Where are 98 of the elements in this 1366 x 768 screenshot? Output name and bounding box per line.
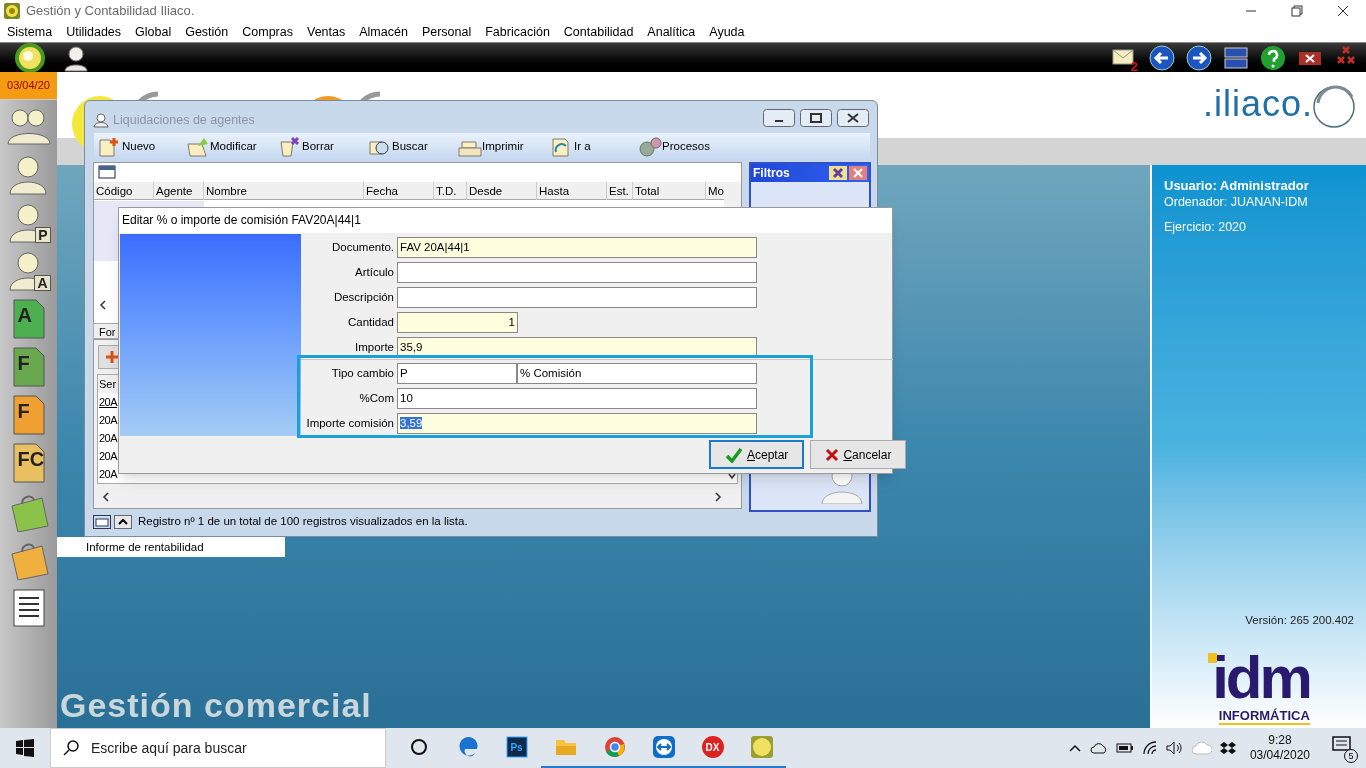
input-field[interactable]: FAV 20A|44|1 xyxy=(397,237,757,258)
toolbar-button[interactable]: Imprimir xyxy=(458,134,546,159)
menu-item[interactable]: Analítica xyxy=(647,22,696,42)
chevron-up-icon[interactable] xyxy=(1067,743,1082,753)
column-header[interactable]: Código xyxy=(94,182,154,200)
computer-label: Ordenador: JUANAN-IDM xyxy=(1164,194,1309,210)
window-title: Liquidaciones de agentes xyxy=(113,112,255,129)
panel-title: Filtros xyxy=(753,165,790,182)
date-label: 03/04/20 xyxy=(0,72,57,100)
field-label: Artículo xyxy=(354,264,395,280)
search-icon xyxy=(63,740,79,756)
user-label: Usuario: Administrador xyxy=(1164,178,1310,194)
field-label: Descripción xyxy=(332,289,395,305)
mail-count: 2 xyxy=(1130,59,1138,73)
field-label: %Com xyxy=(358,390,395,406)
dropbox-icon[interactable] xyxy=(1219,741,1236,755)
field-label: Importe comisión xyxy=(305,415,395,431)
toolbar-button[interactable]: Ir a xyxy=(550,134,634,159)
menu-item[interactable]: Gestión xyxy=(185,22,229,42)
toolbar-button[interactable]: Modificar xyxy=(186,134,274,159)
input-field[interactable] xyxy=(397,262,757,283)
version-label: Versión: 265 200.402 xyxy=(1245,612,1354,628)
column-header[interactable]: Est. xyxy=(607,182,633,200)
cloud-icon[interactable] xyxy=(1089,742,1108,754)
menu-item[interactable]: Almacén xyxy=(359,22,408,42)
toolbar-button[interactable]: Procesos xyxy=(638,134,728,159)
user-icon xyxy=(93,112,109,129)
tile-windows-icon[interactable] xyxy=(1223,44,1249,71)
back-icon[interactable] xyxy=(1149,44,1175,71)
people-icon[interactable] xyxy=(5,106,52,148)
status-text: Registro nº 1 de un total de 100 registros visualizados en la lista. xyxy=(138,514,468,530)
clock-time: 9:28 xyxy=(1268,733,1292,748)
column-header[interactable]: Hasta xyxy=(537,182,607,200)
collapse-icon[interactable] xyxy=(114,515,132,529)
battery-icon[interactable] xyxy=(1115,742,1134,754)
help-icon[interactable] xyxy=(1260,44,1286,71)
menu-item[interactable]: Compras xyxy=(242,22,293,42)
grid-layout-icon[interactable] xyxy=(98,165,116,179)
table-cell-text: 20A xyxy=(98,431,118,446)
forward-icon[interactable] xyxy=(1186,44,1212,71)
input-field[interactable]: % Comisión xyxy=(517,363,757,384)
column-header[interactable]: Desde xyxy=(467,182,537,200)
scroll-left-icon[interactable] xyxy=(100,490,112,504)
volume-icon[interactable] xyxy=(1165,741,1184,755)
year-label: Ejercicio: 2020 xyxy=(1164,219,1247,236)
toolbar-button[interactable]: Nuevo xyxy=(98,134,182,159)
clock-date: 03/04/2020 xyxy=(1249,748,1310,763)
app-icon xyxy=(4,3,20,19)
cancel-button[interactable]: Cancelar xyxy=(810,440,907,469)
menu-item[interactable]: Contabilidad xyxy=(563,22,634,42)
dialog-title: Editar % o importe de comisión FAV20A|44|1 xyxy=(119,208,892,233)
field-label: Documento. xyxy=(331,239,395,255)
minimize-icon[interactable] xyxy=(763,109,795,127)
windows-start-icon[interactable] xyxy=(16,739,34,757)
wifi-icon[interactable] xyxy=(1141,741,1158,755)
section-title: Gestión comercial xyxy=(60,688,372,722)
column-header[interactable]: Nombre xyxy=(204,182,364,200)
input-field[interactable]: P xyxy=(397,363,517,384)
input-field[interactable] xyxy=(397,287,757,308)
menu-item[interactable]: Utilidades xyxy=(66,22,122,42)
pin-icon[interactable] xyxy=(829,166,847,180)
toolbar-button[interactable]: Buscar xyxy=(368,134,454,159)
input-field[interactable]: 3,59 xyxy=(397,413,757,434)
input-field[interactable]: 10 xyxy=(397,388,757,409)
menu-item[interactable]: Fabricación xyxy=(485,22,550,42)
menu-item[interactable]: Sistema xyxy=(7,22,53,42)
table-cell-text: 20A xyxy=(98,467,118,482)
menu-item[interactable]: Global xyxy=(135,22,172,42)
search-field[interactable]: Escribe aquí para buscar xyxy=(50,728,386,768)
field-label: Tipo cambio xyxy=(330,365,395,381)
column-header[interactable]: Agente xyxy=(154,182,204,200)
table-cell-text: 20A xyxy=(98,413,118,428)
column-header[interactable]: Ser xyxy=(98,375,118,393)
column-header[interactable]: T.D. xyxy=(434,182,467,200)
brand-logo: .iliaco. xyxy=(1203,86,1314,122)
menu-item[interactable]: Ayuda xyxy=(709,22,745,42)
column-header[interactable]: Total xyxy=(633,182,706,200)
check-icon xyxy=(725,446,743,463)
menu-item[interactable]: Ventas xyxy=(307,22,346,42)
window-title: Gestión y Contabilidad Iliaco. xyxy=(26,2,195,21)
bin-icon xyxy=(278,135,302,158)
table-cell-text: 20A xyxy=(98,449,118,464)
scroll-right-icon[interactable] xyxy=(712,490,724,504)
close-icon[interactable] xyxy=(837,109,869,127)
gears-icon xyxy=(638,135,662,158)
menu-item[interactable]: Personal xyxy=(421,22,472,42)
accept-button[interactable]: Aceptar xyxy=(709,440,805,469)
table-cell-text: 20A xyxy=(98,395,118,410)
input-field[interactable]: 1 xyxy=(397,312,518,333)
field-label: Importe xyxy=(354,339,395,355)
scroll-left-icon[interactable] xyxy=(97,298,109,312)
field-label: Cantidad xyxy=(346,314,395,330)
user-icon[interactable] xyxy=(62,43,90,72)
idm-logo: idm INFORMÁTICA xyxy=(1208,647,1310,725)
maximize-icon[interactable] xyxy=(800,109,832,127)
column-header[interactable]: Fecha xyxy=(364,182,434,200)
cross-icon xyxy=(825,447,840,462)
toolbar-button[interactable]: Borrar xyxy=(278,134,364,159)
